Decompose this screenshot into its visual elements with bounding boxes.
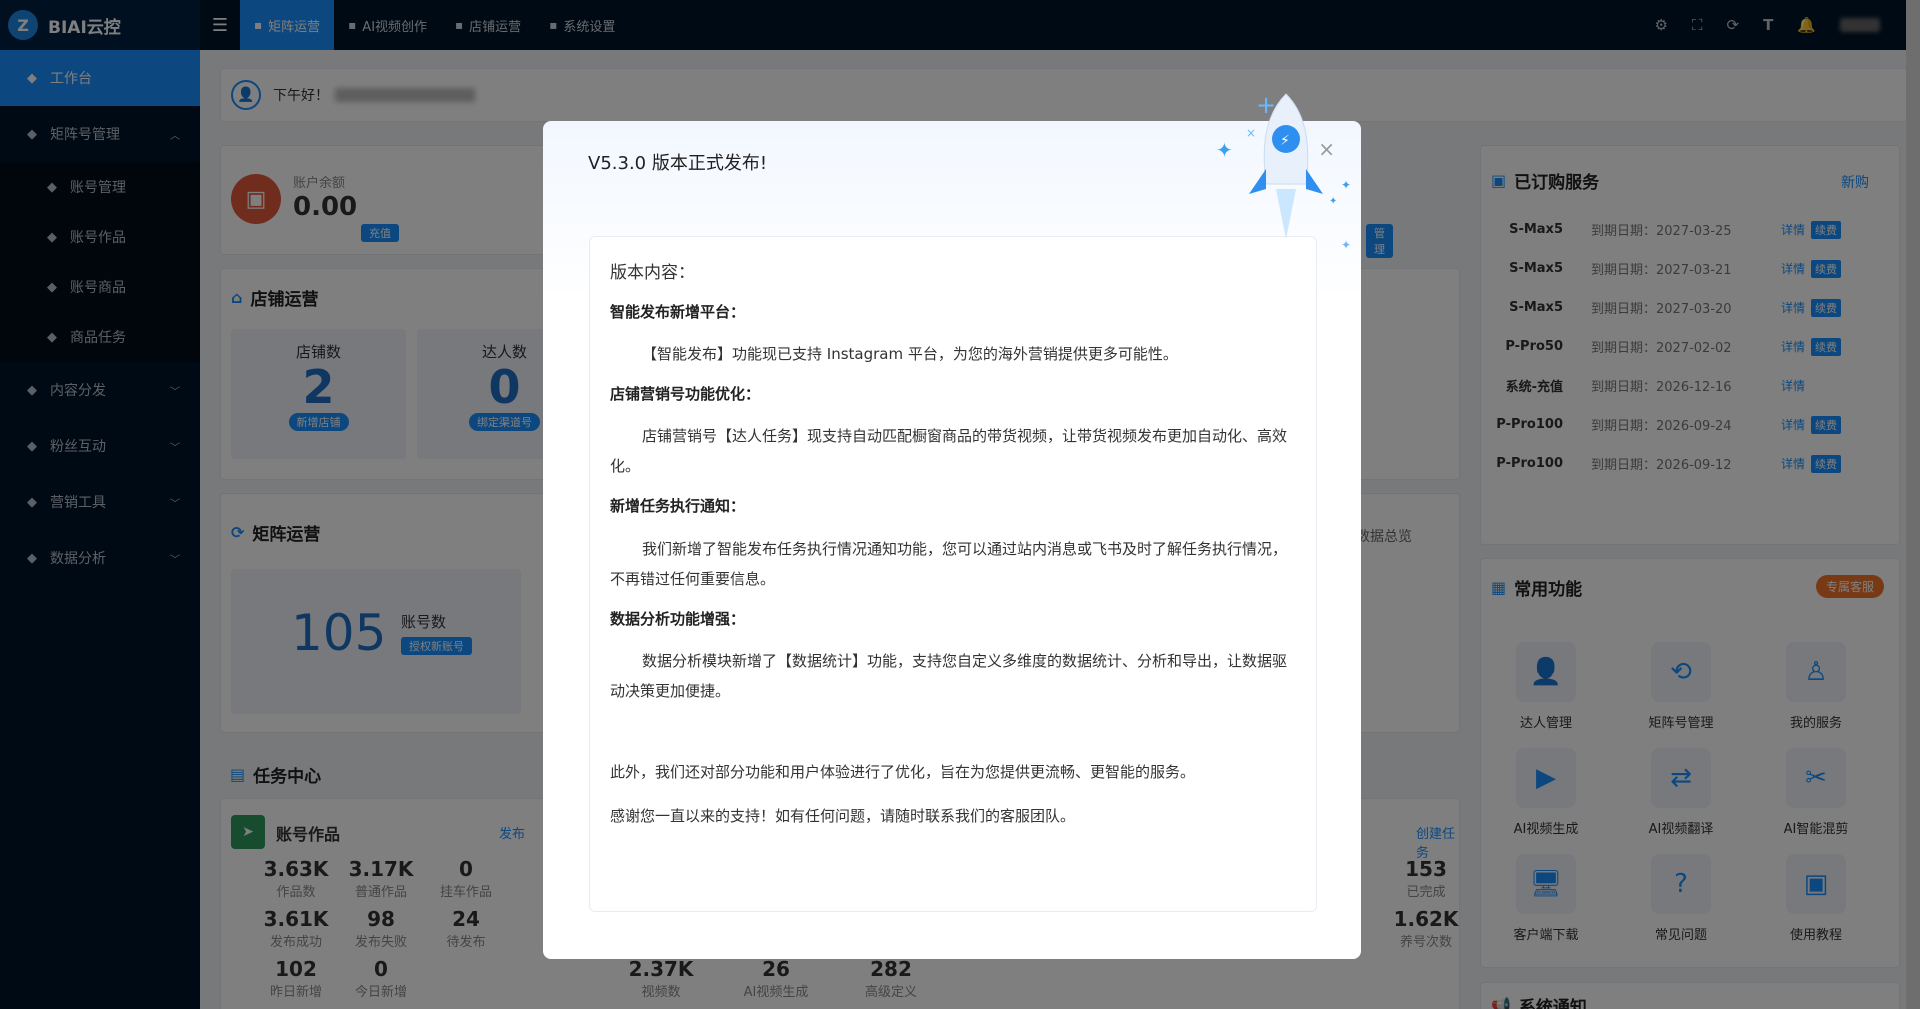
section-text: 数据分析模块新增了【数据统计】功能，支持您自定义多维度的数据统计、分析和导出，让… bbox=[610, 651, 1288, 700]
svg-text:⚡: ⚡ bbox=[1280, 133, 1290, 149]
section-text: 【智能发布】功能现已支持 Instagram 平台，为您的海外营销提供更多可能性… bbox=[642, 345, 1178, 363]
section-text: 我们新增了智能发布任务执行情况通知功能，您可以通过站内消息或飞书及时了解任务执行… bbox=[610, 539, 1288, 588]
svg-text:✦: ✦ bbox=[1341, 178, 1351, 192]
footer-optimization-text: 此外，我们还对部分功能和用户体验进行了优化，旨在为您提供更流畅、更智能的服务。 bbox=[610, 762, 1196, 781]
section-heading: 新增任务执行通知： bbox=[610, 497, 746, 516]
modal-content: 版本内容： 智能发布新增平台： 【智能发布】功能现已支持 Instagram 平台… bbox=[589, 236, 1317, 912]
svg-text:✦: ✦ bbox=[1216, 138, 1233, 162]
release-sections: 智能发布新增平台： 【智能发布】功能现已支持 Instagram 平台，为您的海外… bbox=[610, 299, 1296, 706]
svg-text:✦: ✦ bbox=[1329, 196, 1337, 207]
svg-text:×: × bbox=[1246, 126, 1256, 140]
modal-title: V5.3.0 版本正式发布! bbox=[588, 153, 768, 174]
section-heading: 智能发布新增平台： bbox=[610, 302, 746, 321]
footer-thanks-text: 感谢您一直以来的支持！如有任何问题，请随时联系我们的客服团队。 bbox=[610, 806, 1076, 825]
content-title: 版本内容： bbox=[610, 263, 695, 283]
section-heading: 店铺营销号功能优化： bbox=[610, 385, 761, 403]
section-heading: 数据分析功能增强： bbox=[610, 609, 746, 628]
rocket-icon: ✦ + × ✦ ✦ ✦ ⚡ bbox=[1216, 91, 1351, 249]
section-text: 店铺营销号【达人任务】现支持自动匹配橱窗商品的带货视频，让带货视频发布更加自动化… bbox=[610, 427, 1288, 476]
svg-text:✦: ✦ bbox=[1341, 238, 1351, 249]
